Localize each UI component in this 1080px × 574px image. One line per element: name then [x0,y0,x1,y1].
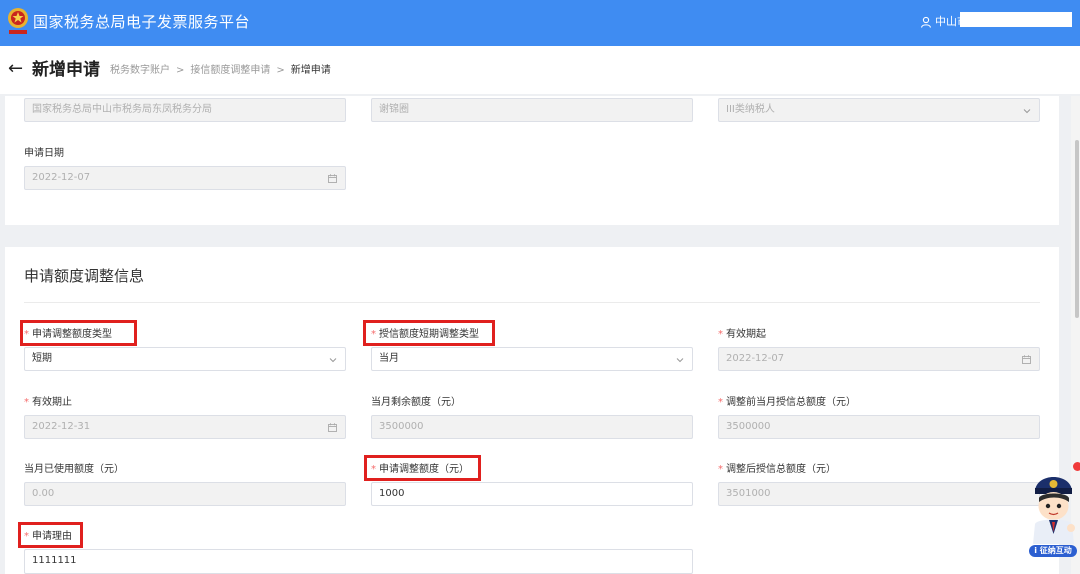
redacted-username-block [960,12,1072,27]
taxpayer-type-value: III类纳税人 [726,104,775,115]
top-bar: 国家税务总局电子发票服务平台 中山市 [0,0,1080,46]
tax-authority-field: 国家税务总局中山市税务局东凤税务分局 [24,98,346,122]
valid-from-value: 2022-12-07 [726,353,785,364]
post-adjust-total-label: * 调整后授信总额度（元） [718,464,836,475]
valid-from-label: * 有效期起 [718,329,766,340]
adjust-info-card [5,247,1059,574]
adjust-type-value: 短期 [32,353,52,364]
highlight-box [363,320,495,346]
required-marker: * [718,329,723,340]
breadcrumb: 税务数字账户 > 接信额度调整申请 > 新增申请 [110,64,331,78]
valid-from-field: 2022-12-07 [718,347,1040,371]
valid-to-label: * 有效期止 [24,397,72,408]
month-used-field: 0.00 [24,482,346,506]
apply-amount-input[interactable]: 1000 [371,482,693,506]
page-title: 新增申请 [32,60,100,80]
apply-date-label: 申请日期 [24,148,64,159]
tax-emblem-logo [8,8,28,34]
notification-badge [1073,462,1080,471]
post-adjust-total-field: 3501000 [718,482,1040,506]
breadcrumb-separator: > [276,65,285,76]
valid-to-value: 2022-12-31 [32,421,91,432]
required-marker: * [718,464,723,475]
required-marker: * [24,397,29,408]
highlight-box [18,522,83,548]
adjust-type-select[interactable]: 短期 [24,347,346,371]
pre-adjust-total-label: * 调整前当月授信总额度（元） [718,397,856,408]
required-marker: * [718,397,723,408]
highlight-box [20,320,137,346]
month-used-label: 当月已使用额度（元） [24,464,124,475]
page-header: ← 新增申请 税务数字账户 > 接信额度调整申请 > 新增申请 [0,46,1080,94]
short-term-type-select[interactable]: 当月 [371,347,693,371]
taxpayer-type-select[interactable]: III类纳税人 [718,98,1040,122]
reason-textarea[interactable]: 1111111 [24,549,693,574]
assistant-button[interactable]: i 征纳互动 [1029,545,1077,557]
applicant-field: 谢锦圈 [371,98,693,122]
section-title: 申请额度调整信息 [24,267,145,285]
chevron-down-icon [329,358,337,363]
breadcrumb-separator: > [176,65,185,76]
assistant-mascot-icon[interactable] [1027,462,1080,556]
chevron-down-icon [1023,109,1031,114]
apply-date-value: 2022-12-07 [32,172,91,183]
breadcrumb-item-credit-adjust[interactable]: 接信额度调整申请 [190,64,270,78]
month-remaining-label: 当月剩余额度（元） [371,397,461,408]
calendar-icon [328,423,337,432]
calendar-icon [328,174,337,183]
app-title: 国家税务总局电子发票服务平台 [33,13,251,31]
calendar-icon [1022,355,1031,364]
back-arrow-icon[interactable]: ← [8,59,23,79]
month-remaining-field: 3500000 [371,415,693,439]
valid-to-field: 2022-12-31 [24,415,346,439]
scrollbar-thumb[interactable] [1075,140,1079,318]
pre-adjust-total-field: 3500000 [718,415,1040,439]
breadcrumb-item-current: 新增申请 [290,65,331,76]
breadcrumb-item-tax-account[interactable]: 税务数字账户 [110,64,170,78]
user-icon [920,16,932,28]
apply-date-field: 2022-12-07 [24,166,346,190]
chevron-down-icon [676,358,684,363]
section-divider [24,302,1040,303]
short-term-type-value: 当月 [379,353,399,364]
highlight-box [364,455,481,481]
